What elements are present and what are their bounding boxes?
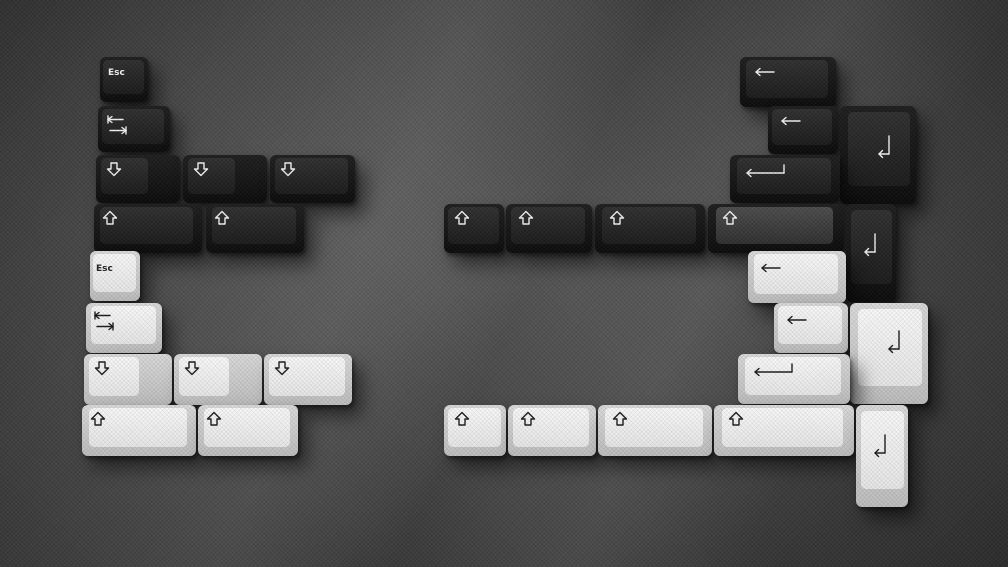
black-tab-keycap bbox=[98, 106, 170, 152]
white-enter-keycap bbox=[856, 405, 908, 507]
backspace-arrow-icon bbox=[744, 163, 788, 179]
white-tab-keycap bbox=[86, 303, 162, 353]
backspace-arrow-icon bbox=[754, 67, 776, 77]
enter-arrow-icon bbox=[862, 232, 878, 258]
white-shift-keycap bbox=[264, 354, 352, 405]
white-backspace-keycap bbox=[774, 303, 848, 353]
shift-up-icon bbox=[454, 411, 470, 427]
black-shift-keycap bbox=[94, 204, 202, 253]
white-shift-keycap bbox=[508, 405, 596, 456]
keycap-photo: Esc Esc bbox=[0, 0, 1008, 567]
shift-down-icon bbox=[280, 161, 296, 177]
black-shift-keycap bbox=[183, 155, 267, 203]
black-esc-keycap: Esc bbox=[100, 57, 148, 102]
white-backspace-keycap bbox=[748, 251, 846, 303]
black-backspace-keycap bbox=[730, 155, 840, 203]
esc-legend: Esc bbox=[96, 264, 113, 274]
enter-arrow-icon bbox=[886, 329, 902, 355]
shift-down-icon bbox=[106, 161, 122, 177]
shift-up-icon bbox=[206, 411, 222, 427]
black-shift-keycap bbox=[506, 204, 592, 253]
shift-down-icon bbox=[94, 360, 110, 376]
black-backspace-keycap bbox=[768, 106, 838, 154]
black-shift-keycap bbox=[270, 155, 355, 203]
shift-up-icon bbox=[102, 210, 118, 226]
white-shift-keycap bbox=[84, 354, 172, 405]
shift-down-icon bbox=[274, 360, 290, 376]
black-shift-keycap bbox=[206, 204, 304, 253]
black-backspace-keycap bbox=[740, 57, 836, 107]
shift-up-icon bbox=[728, 411, 744, 427]
tab-arrows-icon bbox=[94, 310, 114, 332]
black-enter-keycap bbox=[846, 204, 896, 302]
black-enter-keycap bbox=[840, 106, 916, 204]
shift-up-icon bbox=[90, 411, 106, 427]
white-shift-keycap bbox=[82, 405, 196, 456]
backspace-arrow-icon bbox=[760, 263, 782, 273]
black-shift-keycap bbox=[708, 204, 844, 253]
black-shift-keycap bbox=[96, 155, 180, 203]
shift-up-icon bbox=[520, 411, 536, 427]
shift-down-icon bbox=[184, 360, 200, 376]
shift-up-icon bbox=[722, 210, 738, 226]
tab-arrows-icon bbox=[107, 114, 127, 136]
white-shift-keycap bbox=[174, 354, 262, 405]
white-backspace-keycap bbox=[738, 354, 850, 404]
shift-up-icon bbox=[214, 210, 230, 226]
enter-arrow-icon bbox=[872, 433, 888, 459]
backspace-arrow-icon bbox=[780, 116, 802, 126]
black-shift-keycap bbox=[595, 204, 705, 253]
shift-up-icon bbox=[518, 210, 534, 226]
white-esc-keycap: Esc bbox=[90, 251, 140, 301]
white-shift-keycap bbox=[444, 405, 506, 456]
enter-arrow-icon bbox=[876, 134, 892, 160]
shift-up-icon bbox=[612, 411, 628, 427]
white-shift-keycap bbox=[198, 405, 298, 456]
white-enter-keycap bbox=[850, 303, 928, 404]
white-shift-keycap bbox=[598, 405, 712, 456]
esc-legend: Esc bbox=[108, 68, 125, 78]
shift-up-icon bbox=[609, 210, 625, 226]
shift-up-icon bbox=[454, 210, 470, 226]
backspace-arrow-icon bbox=[786, 315, 808, 325]
backspace-arrow-icon bbox=[752, 362, 796, 378]
shift-down-icon bbox=[193, 161, 209, 177]
white-shift-keycap bbox=[714, 405, 854, 456]
black-shift-keycap bbox=[444, 204, 504, 253]
